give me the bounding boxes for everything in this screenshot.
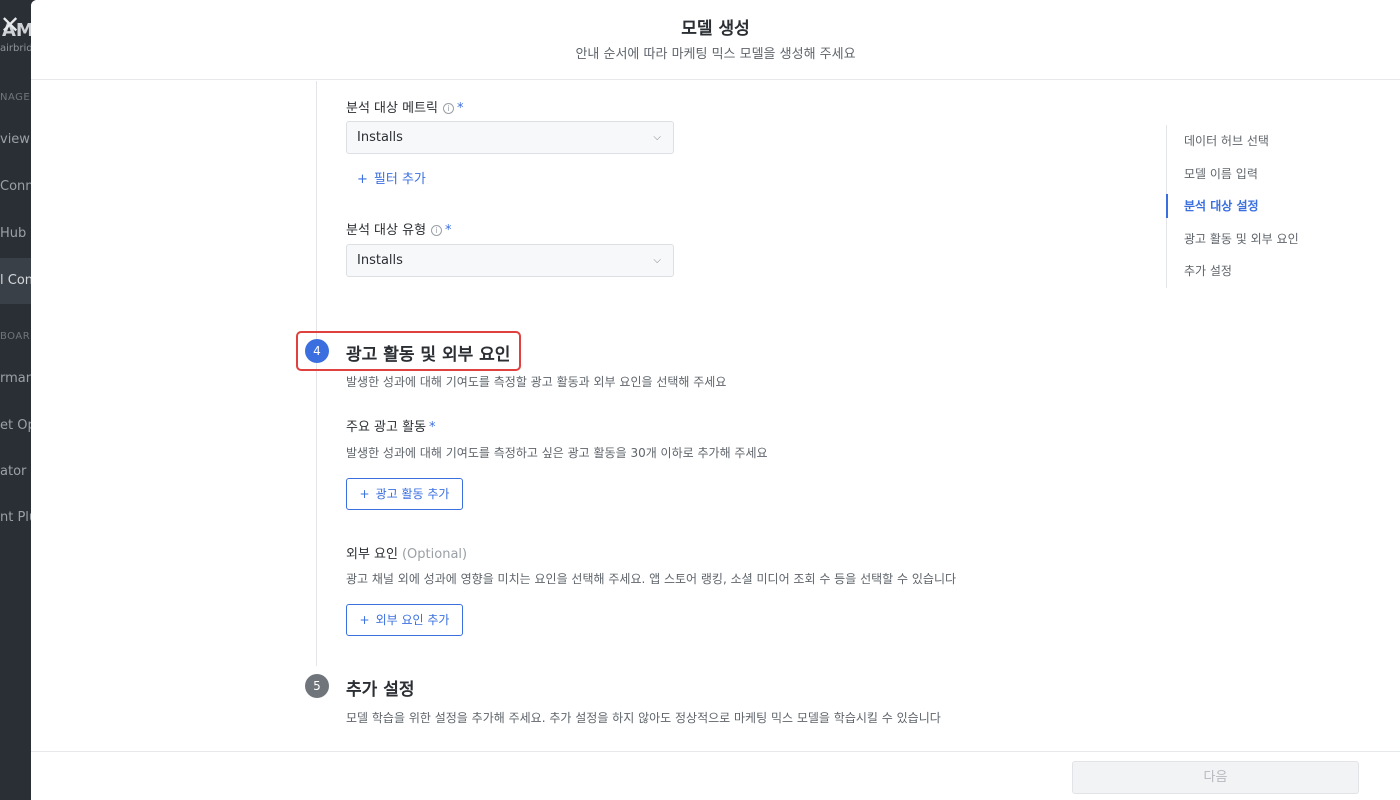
step-nav-item[interactable]: 모델 이름 입력 xyxy=(1167,158,1366,191)
metric-label-text: 분석 대상 메트릭 xyxy=(346,101,438,116)
add-ad-activity-label: 광고 활동 추가 xyxy=(375,487,450,501)
type-label-text: 분석 대상 유형 xyxy=(346,223,427,238)
chevron-down-icon: ⌵ xyxy=(653,132,661,143)
optional-mark: (Optional) xyxy=(401,547,468,562)
type-select[interactable]: Installs ⌵ xyxy=(346,244,674,277)
step-nav-item[interactable]: 추가 설정 xyxy=(1167,255,1366,288)
section-4-description: 발생한 성과에 대해 기여도를 측정할 광고 활동과 외부 요인을 선택해 주세… xyxy=(346,375,727,389)
step-timeline xyxy=(316,81,317,666)
next-button[interactable]: 다음 xyxy=(1072,761,1359,794)
plus-icon: + xyxy=(359,487,370,501)
metric-label: 분석 대상 메트릭 i * xyxy=(346,97,464,116)
required-mark: * xyxy=(457,101,464,116)
info-icon[interactable]: i xyxy=(431,225,443,236)
plus-icon: + xyxy=(359,613,370,627)
type-label: 분석 대상 유형 i * xyxy=(346,219,452,238)
main-ads-description: 발생한 성과에 대해 기여도를 측정하고 싶은 광고 활동을 30개 이하로 추… xyxy=(346,446,768,460)
section-4-title: 광고 활동 및 외부 요인 xyxy=(346,345,511,365)
step-navigation: 데이터 허브 선택 모델 이름 입력 분석 대상 설정 광고 활동 및 외부 요인 추가… xyxy=(1166,125,1366,288)
modal-content[interactable]: 분석 대상 메트릭 i * Installs ⌵ + 필터 추가 분석 대상 유형 i *… xyxy=(31,81,1400,751)
create-model-modal: 모델 생성 안내 순서에 따라 마케팅 믹스 모델을 생성해 주세요 분석 대상… xyxy=(31,0,1400,800)
close-icon[interactable]: ✕ xyxy=(0,12,20,38)
type-select-value: Installs xyxy=(357,253,403,268)
external-description: 광고 채널 외에 성과에 영향을 미치는 요인을 선택해 주세요. 앱 스토어 … xyxy=(346,572,957,586)
section-5-description: 모델 학습을 위한 설정을 추가해 주세요. 추가 설정을 하지 않아도 정상적… xyxy=(346,711,941,725)
step-5-badge: 5 xyxy=(305,674,329,698)
info-icon[interactable]: i xyxy=(443,103,454,114)
plus-icon: + xyxy=(357,172,368,187)
step-4-badge: 4 xyxy=(305,339,329,363)
section-5-title: 추가 설정 xyxy=(346,680,415,700)
external-label: 외부 요인 (Optional) xyxy=(346,543,467,562)
external-label-text: 외부 요인 xyxy=(346,547,398,562)
main-ads-label-text: 주요 광고 활동 xyxy=(346,420,427,435)
required-mark: * xyxy=(445,223,452,238)
modal-title: 모델 생성 xyxy=(681,19,750,39)
step-nav-item[interactable]: 데이터 허브 선택 xyxy=(1167,125,1366,158)
modal-header: 모델 생성 안내 순서에 따라 마케팅 믹스 모델을 생성해 주세요 xyxy=(31,0,1400,80)
add-external-factor-label: 외부 요인 추가 xyxy=(375,613,450,627)
metric-select[interactable]: Installs ⌵ xyxy=(346,121,674,154)
add-external-factor-button[interactable]: + 외부 요인 추가 xyxy=(346,604,463,636)
step-nav-item[interactable]: 분석 대상 설정 xyxy=(1166,190,1366,223)
chevron-down-icon: ⌵ xyxy=(653,255,661,266)
step-nav-item[interactable]: 광고 활동 및 외부 요인 xyxy=(1167,223,1366,256)
modal-footer: 다음 xyxy=(31,751,1400,800)
add-filter-label: 필터 추가 xyxy=(373,172,426,187)
add-ad-activity-button[interactable]: + 광고 활동 추가 xyxy=(346,478,463,510)
required-mark: * xyxy=(429,420,436,435)
main-ads-label: 주요 광고 활동 * xyxy=(346,416,436,435)
modal-subtitle: 안내 순서에 따라 마케팅 믹스 모델을 생성해 주세요 xyxy=(575,47,856,62)
add-filter-button[interactable]: + 필터 추가 xyxy=(357,168,426,187)
metric-select-value: Installs xyxy=(357,130,403,145)
